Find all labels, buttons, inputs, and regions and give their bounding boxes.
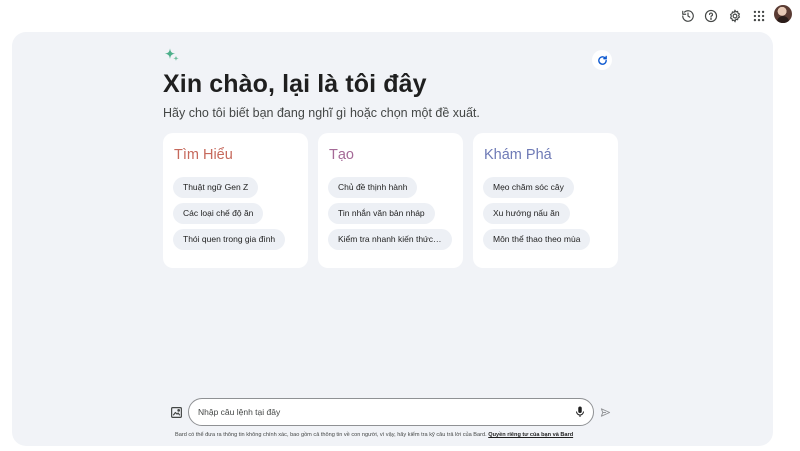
avatar[interactable]	[774, 5, 792, 23]
disclaimer: Bard có thể đưa ra thông tin không chính…	[175, 432, 615, 438]
suggestion-chip[interactable]: Các loại chế độ ăn	[173, 203, 264, 224]
suggestion-card-explore: Khám Phá Mẹo chăm sóc cây Xu hướng nấu ă…	[473, 133, 618, 268]
suggestion-chip[interactable]: Thuật ngữ Gen Z	[173, 177, 259, 198]
suggestion-chip[interactable]: Xu hướng nấu ăn	[483, 203, 570, 224]
card-title: Tìm Hiểu	[174, 147, 233, 163]
top-bar	[0, 0, 800, 32]
refresh-button[interactable]	[592, 50, 612, 70]
suggestion-card-create: Tạo Chủ đề thịnh hành Tin nhắn văn bản n…	[318, 133, 463, 268]
microphone-button[interactable]	[573, 405, 587, 419]
card-title: Khám Phá	[484, 147, 552, 163]
microphone-icon	[576, 406, 584, 417]
send-icon	[600, 408, 611, 417]
suggestion-chip[interactable]: Kiểm tra nhanh kiến thức v…	[328, 229, 452, 250]
prompt-input[interactable]	[198, 404, 558, 420]
help-icon[interactable]	[702, 7, 720, 25]
add-image-button[interactable]	[168, 404, 184, 420]
settings-icon[interactable]	[726, 7, 744, 25]
privacy-link[interactable]: Quyền riêng tư của bạn và Bard	[488, 432, 573, 438]
suggestion-chip[interactable]: Mẹo chăm sóc cây	[483, 177, 574, 198]
page-title: Xin chào, lại là tôi đây	[163, 70, 427, 98]
suggestion-chip[interactable]: Tin nhắn văn bản nháp	[328, 203, 435, 224]
card-title: Tạo	[329, 147, 354, 163]
suggestion-chip[interactable]: Thói quen trong gia đình	[173, 229, 286, 250]
disclaimer-text: Bard có thể đưa ra thông tin không chính…	[175, 432, 487, 438]
prompt-box	[188, 398, 594, 426]
history-icon[interactable]	[679, 7, 697, 25]
suggestion-chip[interactable]: Chủ đề thịnh hành	[328, 177, 418, 198]
send-button[interactable]	[599, 406, 612, 419]
suggestion-card-learn: Tìm Hiểu Thuật ngữ Gen Z Các loại chế độ…	[163, 133, 308, 268]
page-subtitle: Hãy cho tôi biết bạn đang nghĩ gì hoặc c…	[163, 106, 480, 120]
apps-grid-icon[interactable]	[750, 7, 768, 25]
sparkle-icon	[164, 47, 180, 63]
suggestion-chip[interactable]: Môn thể thao theo mùa	[483, 229, 591, 250]
add-image-icon	[170, 406, 182, 418]
refresh-icon	[597, 55, 607, 65]
